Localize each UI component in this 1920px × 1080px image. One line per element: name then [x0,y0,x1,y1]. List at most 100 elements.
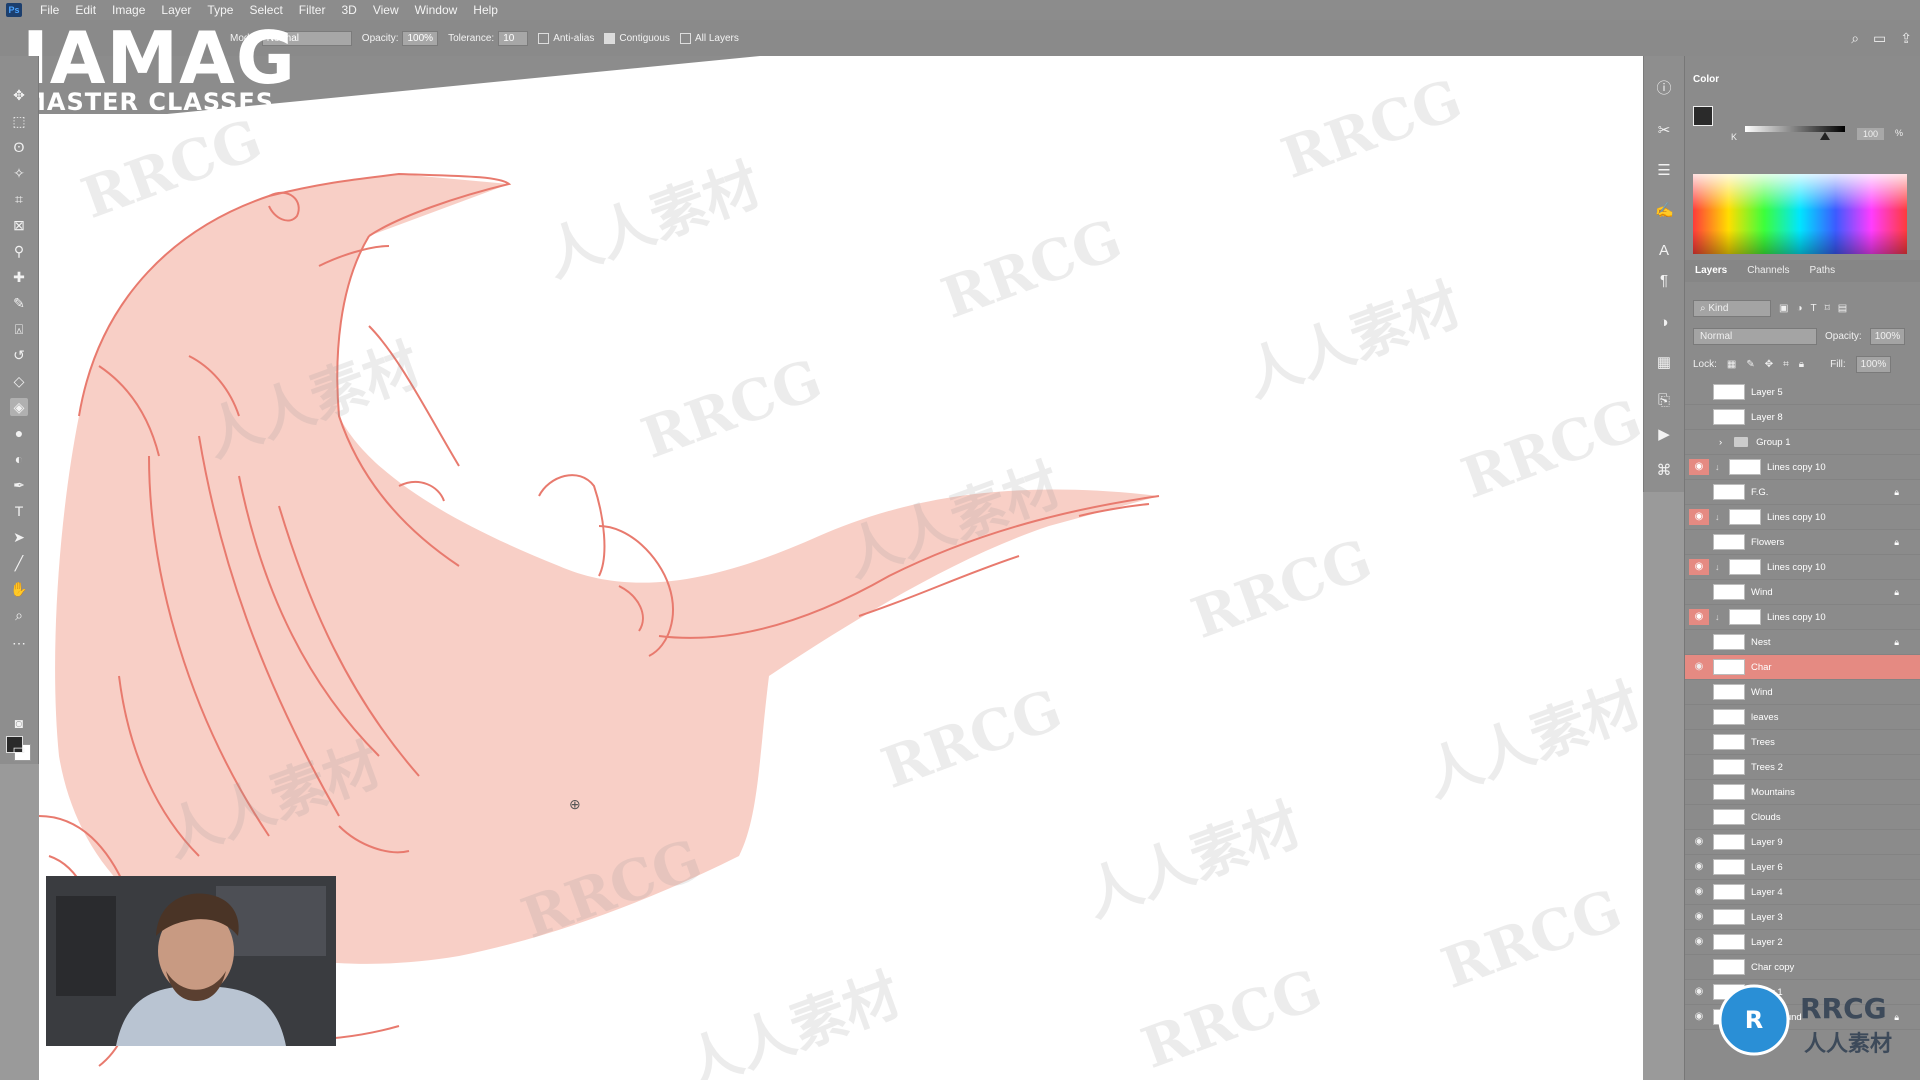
eyedropper-tool-icon[interactable]: ⚲ [10,242,28,260]
visibility-eye-icon[interactable] [1689,584,1709,600]
filter-type-icon[interactable]: T [1811,303,1817,314]
menu-edit[interactable]: Edit [67,3,104,17]
frame-tool-icon[interactable]: ⊠ [10,216,28,234]
actions-play-icon[interactable]: ▶ [1655,426,1673,444]
tolerance-field[interactable]: 10 [498,30,529,46]
visibility-eye-icon[interactable]: ◉ [1689,934,1709,950]
healing-brush-tool-icon[interactable]: ✚ [10,268,28,286]
visibility-eye-icon[interactable] [1689,634,1709,650]
menu-image[interactable]: Image [104,3,153,17]
visibility-eye-icon[interactable] [1689,784,1709,800]
more-tools-icon[interactable]: ⋯ [10,634,28,652]
all-layers-checkbox[interactable] [679,32,691,44]
adjustments-icon[interactable]: ◑ [1655,314,1673,332]
path-selection-tool-icon[interactable]: ➤ [10,528,28,546]
move-tool-icon[interactable]: ✥ [10,86,28,104]
visibility-eye-icon[interactable]: ◉ [1689,834,1709,850]
visibility-eye-icon[interactable] [1689,409,1709,425]
layer-row[interactable]: ◉ Layer 9 [1685,830,1920,855]
history-brush-tool-icon[interactable]: ↺ [10,346,28,364]
layer-row[interactable]: ◉ Layer 6 [1685,855,1920,880]
layer-row[interactable]: Flowers 🔒︎ [1685,530,1920,555]
fill-field[interactable]: 100% [1855,356,1892,373]
layer-row[interactable]: ◉ ↓ Lines copy 10 [1685,455,1920,480]
crop-tool-icon[interactable]: ⌗ [10,190,28,208]
layer-row[interactable]: ◉ ↓ Lines copy 10 [1685,505,1920,530]
visibility-eye-icon[interactable] [1689,734,1709,750]
layer-row[interactable]: Trees [1685,730,1920,755]
chevron-right-icon[interactable]: › [1719,437,1722,448]
opacity-option[interactable]: Opacity: 100% [362,30,439,46]
menu-select[interactable]: Select [241,3,290,17]
brush-tool-icon[interactable]: ✎ [10,294,28,312]
visibility-eye-icon[interactable]: ◉ [1689,609,1709,625]
layer-row[interactable]: Layer 5 [1685,380,1920,405]
character-icon[interactable]: A [1655,242,1673,260]
lock-transparent-icon[interactable]: ▦ [1727,359,1736,370]
layer-row[interactable]: Layer 8 [1685,405,1920,430]
visibility-eye-icon[interactable]: ◉ [1689,659,1709,675]
hand-tool-icon[interactable]: ✋ [10,580,28,598]
layer-opacity-field[interactable]: 100% [1869,328,1906,345]
menu-help[interactable]: Help [465,3,506,17]
kind-filter[interactable]: ⌕ Kind [1693,300,1771,317]
learn-icon[interactable]: ⌘ [1655,462,1673,480]
timeline-icon[interactable]: ⎘ [1655,392,1673,410]
filter-shape-icon[interactable]: ⌑ [1825,303,1830,314]
layer-row[interactable]: Wind 🔒︎ [1685,580,1920,605]
layer-row[interactable]: › Group 1 [1685,430,1920,455]
stamp-tool-icon[interactable]: ⍓ [10,320,28,338]
tolerance-option[interactable]: Tolerance: 10 [448,30,529,46]
visibility-eye-icon[interactable]: ◉ [1689,1009,1709,1025]
layer-row[interactable]: ◉ Char [1685,655,1920,680]
magic-wand-tool-icon[interactable]: ✧ [10,164,28,182]
lock-artboard-icon[interactable]: ⌗ [1783,359,1789,370]
tools-presets-icon[interactable]: ✂ [1655,122,1673,140]
color-panel-foreground[interactable] [1693,106,1713,126]
visibility-eye-icon[interactable]: ◉ [1689,509,1709,525]
opacity-field[interactable]: 100% [402,30,439,46]
k-channel-slider[interactable] [1745,126,1845,140]
visibility-eye-icon[interactable] [1689,684,1709,700]
contiguous-option[interactable]: Contiguous [604,32,670,44]
blur-tool-icon[interactable]: ● [10,424,28,442]
filter-pixel-icon[interactable]: ▣ [1779,303,1788,314]
contiguous-checkbox[interactable] [604,32,616,44]
tab-paths[interactable]: Paths [1800,260,1846,282]
menu-filter[interactable]: Filter [291,3,334,17]
visibility-eye-icon[interactable]: ◉ [1689,884,1709,900]
visibility-eye-icon[interactable] [1689,384,1709,400]
layer-row[interactable]: ◉ Layer 3 [1685,905,1920,930]
layer-row[interactable]: ◉ Layer 2 [1685,930,1920,955]
search-icon[interactable]: ⌕ [1851,30,1859,47]
line-tool-icon[interactable]: ╱ [10,554,28,572]
lasso-tool-icon[interactable]: ʘ [10,138,28,156]
visibility-eye-icon[interactable]: ◉ [1689,459,1709,475]
layer-row[interactable]: Char copy [1685,955,1920,980]
marquee-tool-icon[interactable]: ⬚ [10,112,28,130]
layer-row[interactable]: leaves [1685,705,1920,730]
visibility-eye-icon[interactable] [1689,434,1709,450]
layer-row[interactable]: Mountains [1685,780,1920,805]
paint-bucket-tool-icon[interactable]: ◈ [10,398,28,416]
menu-3d[interactable]: 3D [333,3,364,17]
k-slider-thumb[interactable] [1820,132,1830,140]
workspace-icon[interactable]: ▭ [1873,30,1886,47]
visibility-eye-icon[interactable] [1689,534,1709,550]
visibility-eye-icon[interactable] [1689,759,1709,775]
layer-row[interactable]: ◉ Layer 4 [1685,880,1920,905]
info-icon[interactable]: ⓘ [1655,80,1673,98]
share-icon[interactable]: ⇪ [1900,30,1912,47]
paragraph-icon[interactable]: ¶ [1655,272,1673,290]
menu-view[interactable]: View [365,3,407,17]
layer-row[interactable]: Wind [1685,680,1920,705]
k-value-field[interactable]: 100 [1857,128,1885,140]
filter-adjustment-icon[interactable]: ◑ [1796,303,1802,314]
zoom-tool-icon[interactable]: ⌕ [10,606,28,624]
tab-layers[interactable]: Layers [1685,260,1737,282]
menu-file[interactable]: File [32,3,67,17]
visibility-eye-icon[interactable]: ◉ [1689,559,1709,575]
tab-channels[interactable]: Channels [1737,260,1799,282]
lock-position-icon[interactable]: ✥ [1765,359,1773,370]
visibility-eye-icon[interactable]: ◉ [1689,984,1709,1000]
